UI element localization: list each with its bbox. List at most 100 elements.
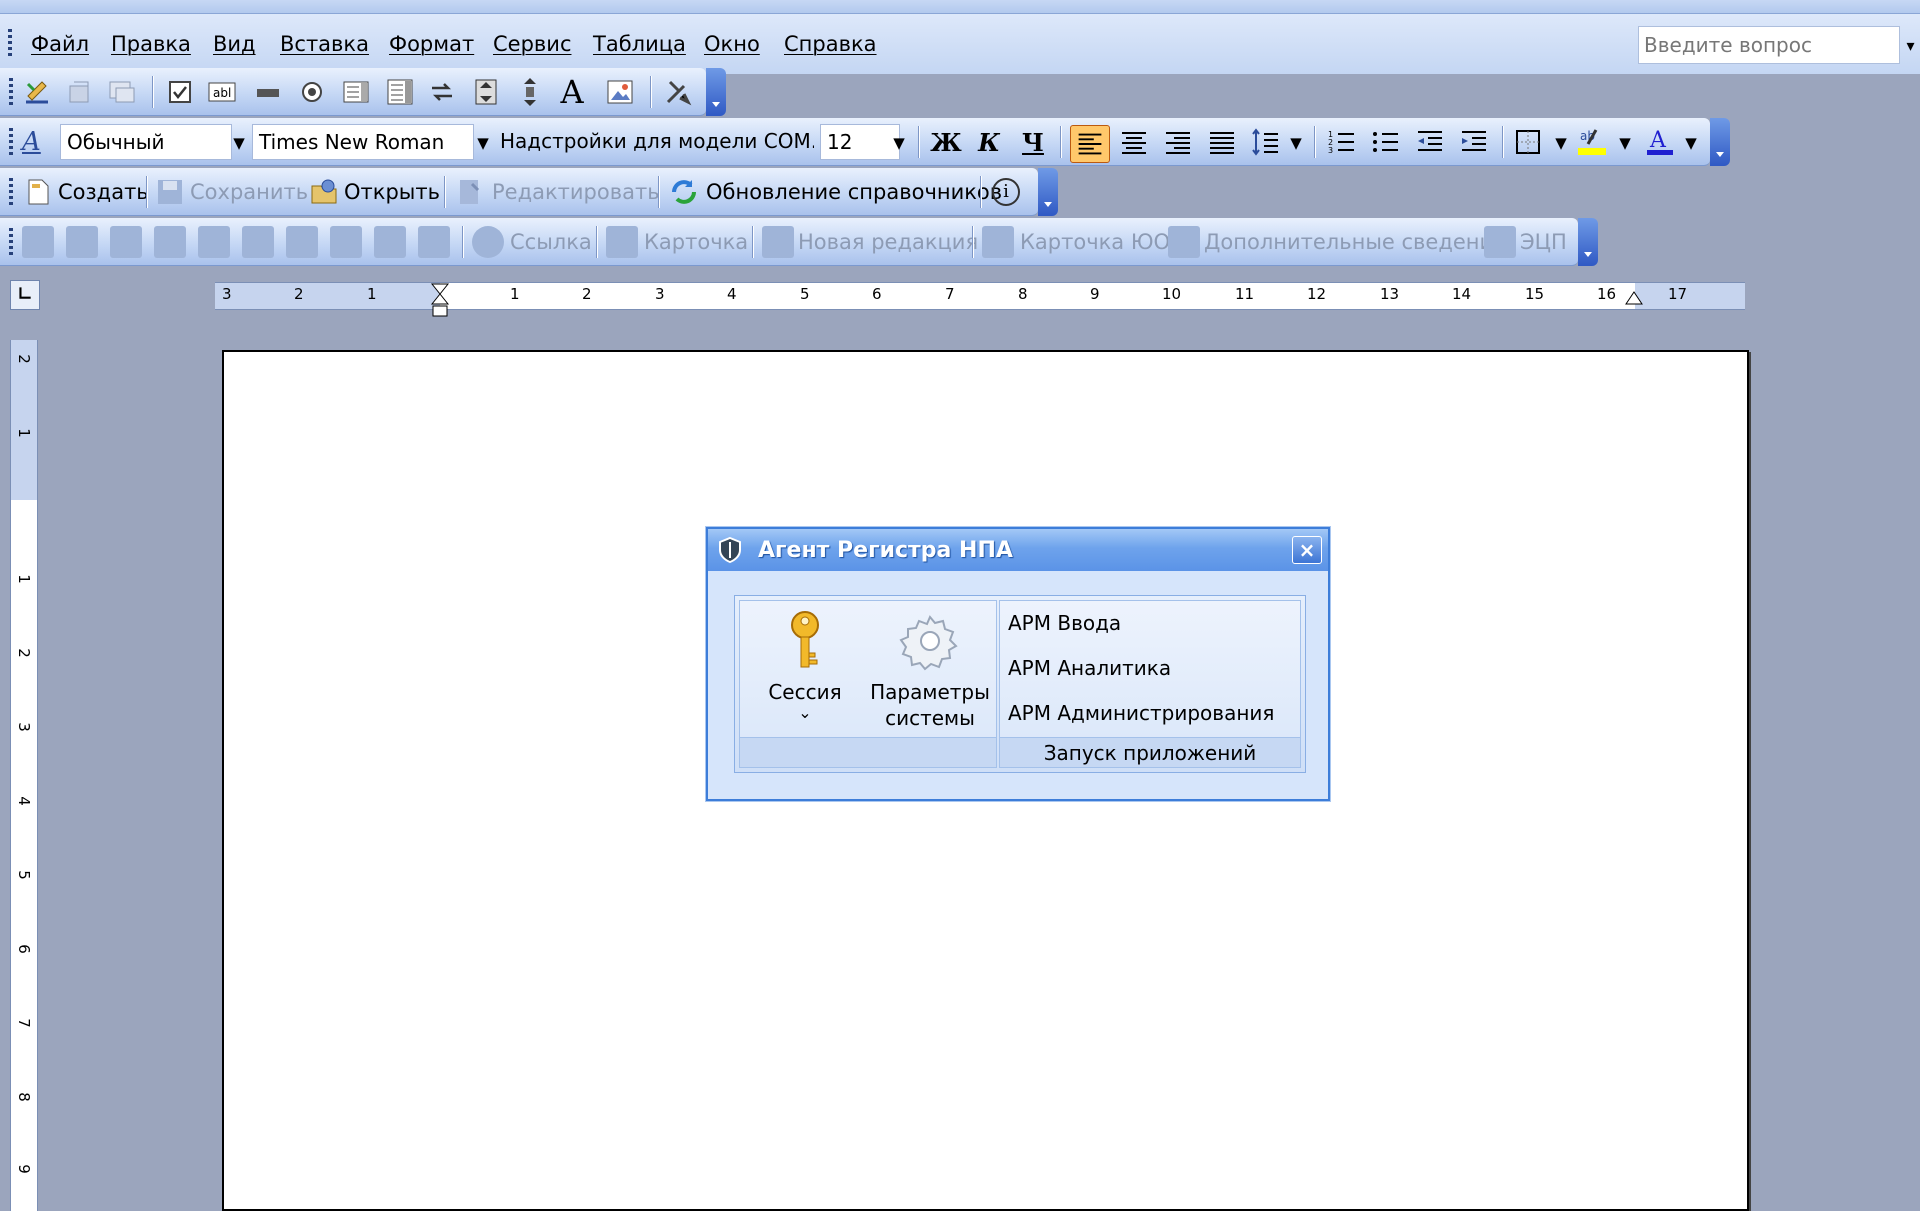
open-document-icon[interactable] — [308, 176, 340, 208]
listbox-control-icon[interactable] — [340, 76, 372, 108]
menu-window[interactable]: Окно — [704, 32, 760, 56]
font-color-dropdown-icon[interactable]: ▼ — [1680, 124, 1702, 160]
menu-tools[interactable]: Сервис — [493, 32, 571, 56]
doc-tool-3-icon[interactable] — [110, 226, 142, 258]
numbering-icon[interactable]: 123 — [1326, 126, 1358, 158]
new-document-icon[interactable] — [22, 176, 54, 208]
link-button[interactable]: Ссылка — [510, 230, 592, 254]
combobox-control-icon[interactable] — [384, 76, 416, 108]
scrollbar-control-icon[interactable] — [514, 76, 546, 108]
borders-icon[interactable] — [1512, 126, 1544, 158]
doc-tool-1-icon[interactable] — [22, 226, 54, 258]
borders-dropdown-icon[interactable]: ▼ — [1550, 124, 1572, 160]
ecp-button[interactable]: ЭЦП — [1520, 230, 1567, 254]
menubar-grip[interactable] — [8, 29, 12, 59]
font-dropdown-icon[interactable]: ▼ — [472, 124, 494, 160]
doc-tool-2-icon[interactable] — [66, 226, 98, 258]
menu-file[interactable]: Файл — [31, 32, 89, 56]
app-admin-button[interactable]: АРМ Администрирования — [1008, 701, 1274, 725]
menu-view[interactable]: Вид — [213, 32, 256, 56]
toolbar-grip[interactable] — [9, 78, 13, 108]
decrease-indent-icon[interactable] — [1414, 126, 1446, 158]
align-center-icon[interactable] — [1118, 126, 1150, 158]
card-yuo-button[interactable]: Карточка ЮО — [1020, 230, 1170, 254]
bullets-icon[interactable] — [1370, 126, 1402, 158]
align-right-icon[interactable] — [1162, 126, 1194, 158]
toolbar-options-icon[interactable] — [1710, 118, 1730, 166]
system-params-button[interactable]: Параметры системы — [870, 609, 990, 731]
new-edition-button[interactable]: Новая редакция — [798, 230, 978, 254]
doc-tool-10-icon[interactable] — [418, 226, 450, 258]
save-button[interactable]: Сохранить — [190, 180, 308, 204]
command-button-control-icon[interactable] — [252, 76, 284, 108]
edit-button[interactable]: Редактировать — [492, 180, 660, 204]
app-input-button[interactable]: АРМ Ввода — [1008, 611, 1121, 635]
image-control-icon[interactable] — [604, 76, 636, 108]
doc-tool-8-icon[interactable] — [330, 226, 362, 258]
session-button[interactable]: Сессия ⌄ — [750, 609, 860, 721]
view-code-icon[interactable] — [106, 76, 138, 108]
indent-marker-icon[interactable] — [430, 282, 450, 318]
highlight-icon[interactable]: ab — [1576, 126, 1608, 158]
session-dropdown-icon[interactable]: ⌄ — [750, 705, 860, 721]
help-dropdown-arrow-icon[interactable]: ▾ — [1901, 26, 1920, 64]
doc-tool-4-icon[interactable] — [154, 226, 186, 258]
toolbar-grip[interactable] — [9, 228, 13, 258]
doc-tool-6-icon[interactable] — [242, 226, 274, 258]
styles-icon[interactable]: A — [22, 126, 54, 158]
ecp-icon[interactable] — [1484, 226, 1516, 258]
spin-control-icon[interactable] — [470, 76, 502, 108]
link-icon[interactable] — [472, 226, 504, 258]
font-combo[interactable]: Times New Roman — [252, 124, 474, 160]
doc-tool-5-icon[interactable] — [198, 226, 230, 258]
toolbar-options-icon[interactable] — [1038, 168, 1058, 216]
close-button[interactable]: × — [1292, 536, 1322, 564]
toolbar-options-icon[interactable] — [1578, 218, 1598, 266]
extra-info-icon[interactable] — [1168, 226, 1200, 258]
com-addins-button[interactable]: Надстройки для модели COM... — [494, 124, 814, 160]
textbox-control-icon[interactable]: abl — [206, 76, 238, 108]
doc-tool-7-icon[interactable] — [286, 226, 318, 258]
dialog-title-bar[interactable]: Агент Регистра НПА × — [708, 529, 1328, 571]
toggle-control-icon[interactable] — [426, 76, 458, 108]
increase-indent-icon[interactable] — [1458, 126, 1490, 158]
checkbox-control-icon[interactable] — [164, 76, 196, 108]
more-controls-icon[interactable] — [662, 76, 694, 108]
menu-table[interactable]: Таблица — [593, 32, 686, 56]
label-control-icon[interactable]: A — [556, 76, 588, 108]
justify-icon[interactable] — [1206, 126, 1238, 158]
style-dropdown-icon[interactable]: ▼ — [228, 124, 250, 160]
font-color-icon[interactable]: A — [1644, 126, 1676, 158]
design-mode-icon[interactable] — [22, 76, 54, 108]
toolbar-options-icon[interactable] — [706, 68, 726, 116]
tab-stop-selector[interactable]: ∟ — [10, 280, 40, 310]
refresh-references-icon[interactable] — [668, 176, 700, 208]
card-button[interactable]: Карточка — [644, 230, 748, 254]
app-analytics-button[interactable]: АРМ Аналитика — [1008, 656, 1171, 680]
extra-info-button[interactable]: Дополнительные сведения — [1204, 230, 1506, 254]
line-spacing-dropdown-icon[interactable]: ▼ — [1285, 124, 1307, 160]
open-button[interactable]: Открыть — [344, 180, 440, 204]
card-yuo-icon[interactable] — [982, 226, 1014, 258]
properties-icon[interactable] — [64, 76, 96, 108]
card-icon[interactable] — [606, 226, 638, 258]
help-question-input[interactable]: Введите вопрос — [1638, 26, 1900, 64]
new-edition-icon[interactable] — [762, 226, 794, 258]
option-button-control-icon[interactable] — [296, 76, 328, 108]
menu-help[interactable]: Справка — [784, 32, 877, 56]
line-spacing-icon[interactable] — [1250, 126, 1282, 158]
underline-button[interactable]: Ч — [1016, 126, 1050, 160]
highlight-dropdown-icon[interactable]: ▼ — [1614, 124, 1636, 160]
create-button[interactable]: Создать — [58, 180, 149, 204]
italic-button[interactable]: К — [972, 126, 1006, 160]
bold-button[interactable]: Ж — [929, 126, 963, 160]
menu-insert[interactable]: Вставка — [280, 32, 369, 56]
menu-format[interactable]: Формат — [389, 32, 474, 56]
font-size-dropdown-icon[interactable]: ▼ — [888, 124, 910, 160]
info-icon[interactable]: i — [992, 178, 1020, 206]
save-icon[interactable] — [154, 176, 186, 208]
right-indent-marker-icon[interactable] — [1624, 290, 1644, 306]
style-combo[interactable]: Обычный — [60, 124, 232, 160]
toolbar-grip[interactable] — [9, 178, 13, 208]
menu-edit[interactable]: Правка — [111, 32, 191, 56]
